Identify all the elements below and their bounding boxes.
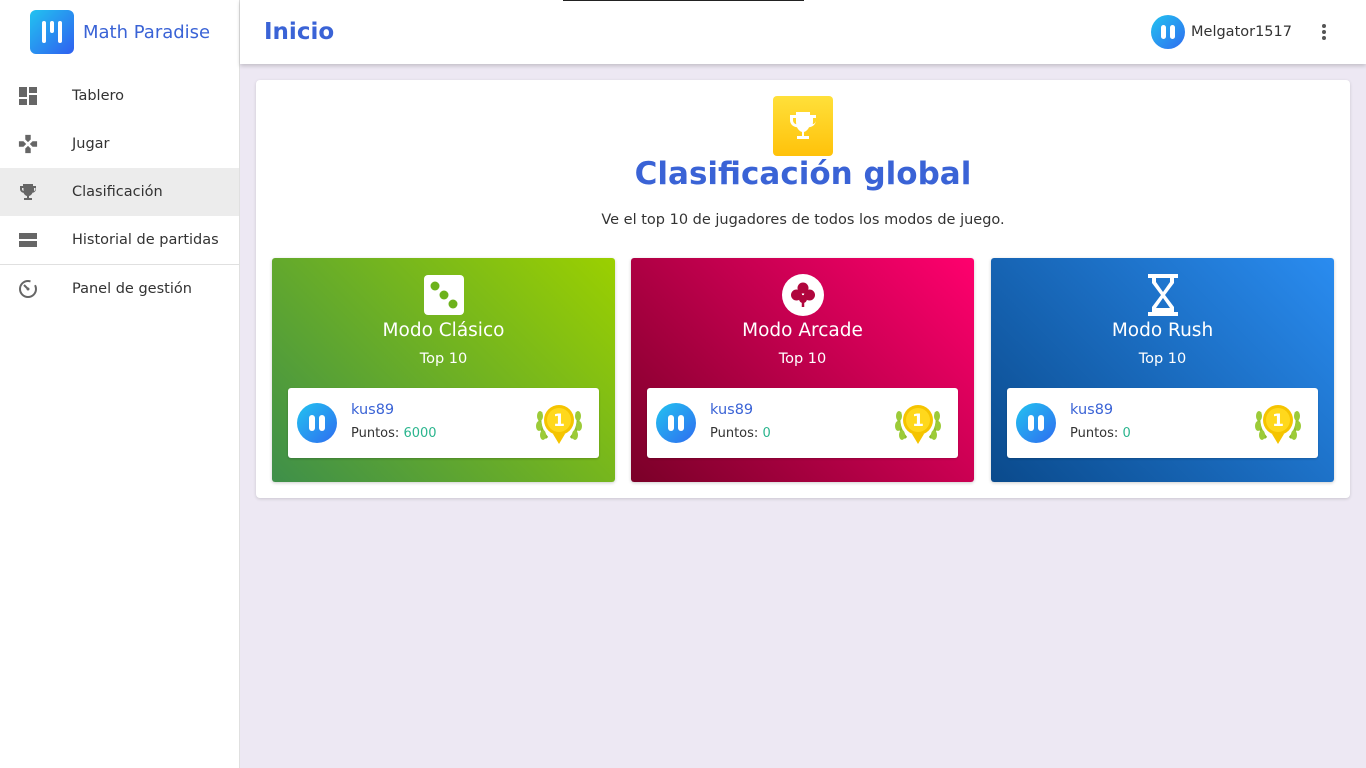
avatar [297,403,337,443]
player-points: Puntos: 0 [710,426,771,441]
sidebar-item-historial[interactable]: Historial de partidas [0,216,239,264]
top-accent-line [563,0,804,1]
sidebar-item-label: Tablero [72,88,125,104]
player-points: Puntos: 6000 [351,426,437,441]
mode-title: Modo Arcade [742,320,863,341]
player-points: Puntos: 0 [1070,426,1131,441]
medal-icon: 1 [1252,398,1304,448]
mode-card-rush[interactable]: Modo Rush Top 10 kus89 Puntos: 0 1 [991,258,1334,482]
medal-icon: 1 [533,398,585,448]
sidebar-item-label: Clasificación [72,184,163,200]
list-item[interactable]: kus89 Puntos: 0 1 [1007,388,1318,458]
clover-icon [631,272,974,318]
player-name[interactable]: kus89 [351,402,394,418]
list-item[interactable]: kus89 Puntos: 0 1 [647,388,958,458]
timer-icon [18,279,38,299]
mode-subtitle: Top 10 [419,351,468,367]
sidebar: Math Paradise Tablero Jugar Clasificació… [0,0,240,768]
svg-text:1: 1 [553,411,565,431]
mode-subtitle: Top 10 [778,351,827,367]
sidebar-item-clasificacion[interactable]: Clasificación [0,168,239,216]
svg-text:1: 1 [912,411,924,431]
leaderboard-card: Clasificación global Ve el top 10 de jug… [256,80,1350,498]
dashboard-icon [18,86,38,106]
list-item[interactable]: kus89 Puntos: 6000 1 [288,388,599,458]
user-menu: Melgator1517 [1151,15,1328,49]
leaderboard-subtitle: Ve el top 10 de jugadores de todos los m… [601,212,1005,228]
dice-icon [272,272,615,318]
avatar [656,403,696,443]
medal-icon: 1 [892,398,944,448]
mode-title: Modo Clásico [382,320,505,341]
trophy-icon [773,96,833,156]
sidebar-item-panel[interactable]: Panel de gestión [0,265,239,313]
avatar [1016,403,1056,443]
sidebar-item-jugar[interactable]: Jugar [0,120,239,168]
sidebar-item-tablero[interactable]: Tablero [0,72,239,120]
mode-card-clasico[interactable]: Modo Clásico Top 10 kus89 Puntos: 6000 1 [272,258,615,482]
brand[interactable]: Math Paradise [0,0,239,64]
hourglass-icon [991,272,1334,318]
player-name[interactable]: kus89 [1070,402,1113,418]
sidebar-item-label: Jugar [72,136,110,152]
sidebar-item-label: Panel de gestión [72,281,192,297]
avatar[interactable] [1151,15,1186,49]
sidebar-item-label: Historial de partidas [72,232,219,248]
player-name[interactable]: kus89 [710,402,753,418]
sidebar-nav: Tablero Jugar Clasificación Historial de… [0,72,239,313]
mode-card-arcade[interactable]: Modo Arcade Top 10 kus89 Puntos: 0 1 [631,258,974,482]
gamepad-icon [18,134,38,154]
app-logo-icon [30,10,74,54]
more-vert-icon[interactable] [1320,22,1328,42]
mode-cards: Modo Clásico Top 10 kus89 Puntos: 6000 1… [272,258,1334,482]
page-title: Inicio [264,19,335,45]
mode-title: Modo Rush [1111,320,1214,341]
svg-text:1: 1 [1272,411,1284,431]
app-name: Math Paradise [83,21,211,43]
trophy-icon [18,182,38,202]
top-app-bar: Inicio Melgator1517 [240,0,1366,64]
leaderboard-title: Clasificación global [634,156,972,192]
history-icon [18,230,38,250]
username[interactable]: Melgator1517 [1191,24,1292,40]
mode-subtitle: Top 10 [1138,351,1187,367]
